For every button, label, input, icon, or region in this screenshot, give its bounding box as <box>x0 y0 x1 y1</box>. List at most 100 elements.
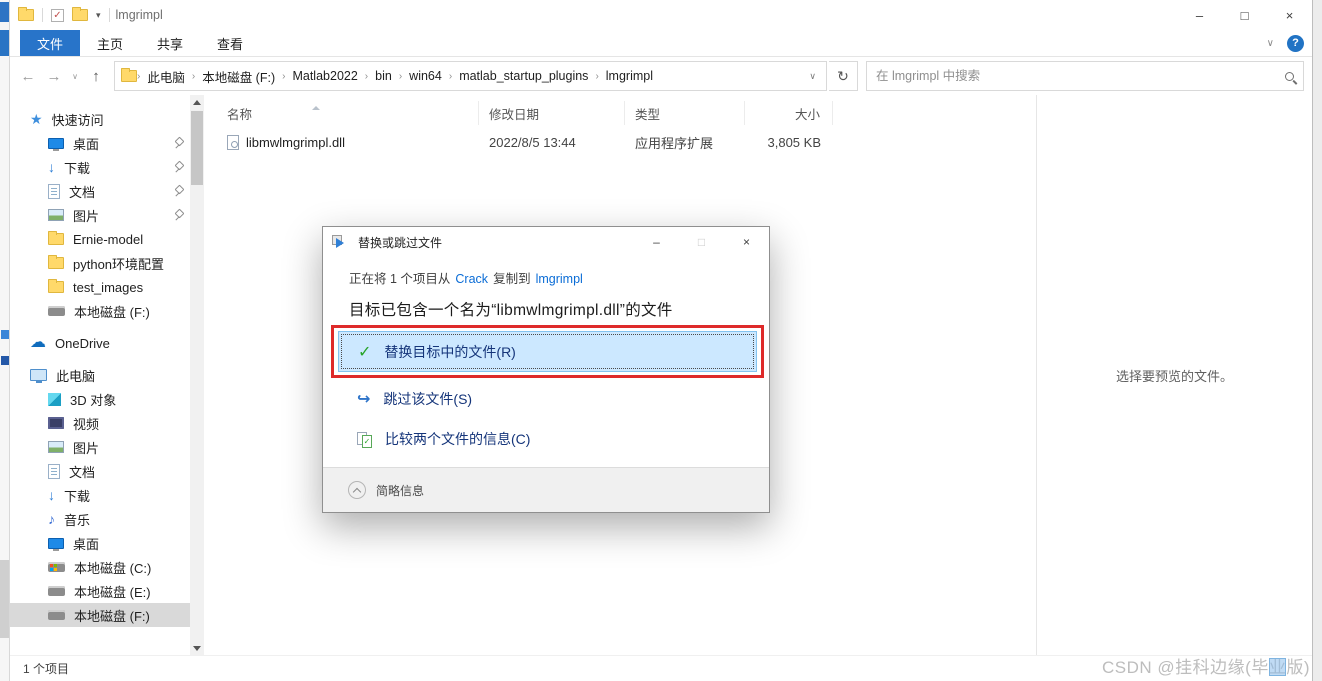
option-skip-file[interactable]: ↪ 跳过该文件(S) <box>338 385 757 413</box>
collapse-details-icon[interactable] <box>348 481 366 499</box>
sidebar-item-label: 下载 <box>64 486 90 505</box>
scrollbar-thumb[interactable] <box>191 111 203 185</box>
file-name-cell: libmwlmgrimpl.dll <box>217 135 479 150</box>
checkbox-icon[interactable]: ✓ <box>51 9 64 22</box>
dialog-minimize-button[interactable]: – <box>634 227 679 256</box>
sidebar-item-python-env[interactable]: python环境配置 <box>10 251 207 275</box>
option-replace-file[interactable]: ✓ 替换目标中的文件(R) <box>338 331 757 372</box>
ribbon-right-controls: ∨ ? <box>1267 30 1304 56</box>
dialog-footer: 简略信息 <box>323 467 769 512</box>
column-header-size[interactable]: 大小 <box>745 101 833 125</box>
onedrive-cloud-icon: ☁ <box>30 335 46 351</box>
breadcrumb-bin[interactable]: bin <box>368 69 399 83</box>
column-header-modified[interactable]: 修改日期 <box>479 101 625 125</box>
breadcrumb-lmgrimpl[interactable]: lmgrimpl <box>599 69 660 83</box>
breadcrumb-win64[interactable]: win64 <box>402 69 449 83</box>
tab-view[interactable]: 查看 <box>200 30 260 56</box>
sidebar-item-drive-e[interactable]: 本地磁盘 (E:) <box>10 579 207 603</box>
sidebar-item-test-images[interactable]: test_images <box>10 275 207 299</box>
back-button[interactable]: ← <box>16 68 40 85</box>
recent-locations-caret-icon[interactable]: ∨ <box>68 72 82 81</box>
pin-icon <box>172 186 183 197</box>
folder-icon <box>48 233 64 245</box>
dialog-body: 正在将 1 个项目从Crack复制到lmgrimpl 目标已包含一个名为“lib… <box>323 257 769 320</box>
sidebar-item-drive-c[interactable]: 本地磁盘 (C:) <box>10 555 207 579</box>
sidebar-item-desktop-pc[interactable]: 桌面 <box>10 531 207 555</box>
file-type-cell: 应用程序扩展 <box>625 133 745 152</box>
sidebar-item-downloads[interactable]: ↓ 下载 <box>10 155 207 179</box>
dll-file-icon <box>227 135 239 150</box>
folder-icon[interactable] <box>18 9 34 21</box>
breadcrumb-matlab-startup-plugins[interactable]: matlab_startup_plugins <box>452 69 595 83</box>
pin-icon <box>172 210 183 221</box>
address-dropdown-caret-icon[interactable]: ∨ <box>805 71 820 82</box>
ribbon-tabs: 文件 主页 共享 查看 ∨ ? <box>10 30 1312 57</box>
skip-arrow-icon: ↪ <box>357 389 370 409</box>
folder-icon[interactable] <box>72 9 88 21</box>
maximize-button[interactable]: □ <box>1222 0 1267 30</box>
breadcrumb-matlab2022[interactable]: Matlab2022 <box>285 69 364 83</box>
document-icon <box>48 464 60 479</box>
search-input[interactable] <box>876 69 1285 83</box>
up-button[interactable]: ↑ <box>84 68 108 85</box>
copy-status-line: 正在将 1 个项目从Crack复制到lmgrimpl <box>349 268 769 287</box>
scroll-up-arrow-icon[interactable] <box>190 95 204 109</box>
sidebar-item-label: 下载 <box>64 158 90 177</box>
sidebar-item-drive-f-quick[interactable]: 本地磁盘 (F:) <box>10 299 207 323</box>
breadcrumb-this-pc[interactable]: 此电脑 <box>140 67 192 86</box>
dialog-maximize-button: □ <box>679 227 724 256</box>
sidebar-item-downloads-pc[interactable]: ↓ 下载 <box>10 483 207 507</box>
sidebar-item-label: 视频 <box>73 414 99 433</box>
qat-customize-caret-icon[interactable]: ▾ <box>96 11 101 20</box>
sidebar-item-quick-access[interactable]: ★ 快速访问 <box>10 107 207 131</box>
sidebar-item-pictures[interactable]: 图片 <box>10 203 207 227</box>
titlebar: ✓ ▾ lmgrimpl – □ × <box>10 0 1312 30</box>
drive-icon <box>48 306 65 316</box>
folder-icon <box>48 281 64 293</box>
folder-icon <box>48 257 64 269</box>
sidebar-item-pictures-pc[interactable]: 图片 <box>10 435 207 459</box>
footer-label[interactable]: 简略信息 <box>376 482 424 499</box>
navigation-bar: ← → ∨ ↑ › 此电脑 › 本地磁盘 (F:) › Matlab2022 ›… <box>10 57 1312 95</box>
refresh-button[interactable]: ↻ <box>829 61 858 91</box>
green-check-icon: ✓ <box>358 342 371 362</box>
3d-objects-icon <box>48 393 61 406</box>
close-button[interactable]: × <box>1267 0 1312 30</box>
window-controls: – □ × <box>1177 0 1312 30</box>
sidebar-item-3d-objects[interactable]: 3D 对象 <box>10 387 207 411</box>
pin-icon <box>172 138 183 149</box>
search-icon[interactable] <box>1285 72 1294 81</box>
copy-middle-text: 复制到 <box>493 272 531 286</box>
sidebar-scrollbar[interactable] <box>190 95 204 655</box>
sidebar-item-ernie-model[interactable]: Ernie-model <box>10 227 207 251</box>
pictures-icon <box>48 209 64 221</box>
sidebar-item-drive-f[interactable]: 本地磁盘 (F:) <box>10 603 190 627</box>
background-window-edge <box>0 0 10 681</box>
copy-icon <box>332 235 349 249</box>
background-fragment <box>0 2 9 22</box>
option-compare-files[interactable]: 比较两个文件的信息(C) <box>338 425 757 453</box>
file-row[interactable]: libmwlmgrimpl.dll 2022/8/5 13:44 应用程序扩展 … <box>217 130 1036 154</box>
sidebar-item-desktop[interactable]: 桌面 <box>10 131 207 155</box>
pictures-icon <box>48 441 64 453</box>
tab-home[interactable]: 主页 <box>80 30 140 56</box>
sidebar-item-music[interactable]: ♪ 音乐 <box>10 507 207 531</box>
forward-button[interactable]: → <box>42 68 66 85</box>
column-header-name[interactable]: 名称 <box>217 101 479 125</box>
minimize-button[interactable]: – <box>1177 0 1222 30</box>
sidebar-item-documents[interactable]: 文档 <box>10 179 207 203</box>
sidebar-item-this-pc[interactable]: 此电脑 <box>10 363 207 387</box>
dialog-close-button[interactable]: × <box>724 227 769 256</box>
ribbon-collapse-icon[interactable]: ∨ <box>1267 38 1274 49</box>
sidebar-item-documents-pc[interactable]: 文档 <box>10 459 207 483</box>
breadcrumb-drive-f[interactable]: 本地磁盘 (F:) <box>195 67 282 86</box>
sidebar-item-label: 3D 对象 <box>70 390 116 409</box>
tab-file[interactable]: 文件 <box>20 30 80 56</box>
scroll-down-arrow-icon[interactable] <box>190 641 204 655</box>
tab-share[interactable]: 共享 <box>140 30 200 56</box>
help-button[interactable]: ? <box>1287 35 1304 52</box>
sidebar-item-videos[interactable]: 视频 <box>10 411 207 435</box>
address-bar[interactable]: › 此电脑 › 本地磁盘 (F:) › Matlab2022 › bin › w… <box>114 61 827 91</box>
column-header-type[interactable]: 类型 <box>625 101 745 125</box>
sidebar-item-onedrive[interactable]: ☁ OneDrive <box>10 331 207 355</box>
